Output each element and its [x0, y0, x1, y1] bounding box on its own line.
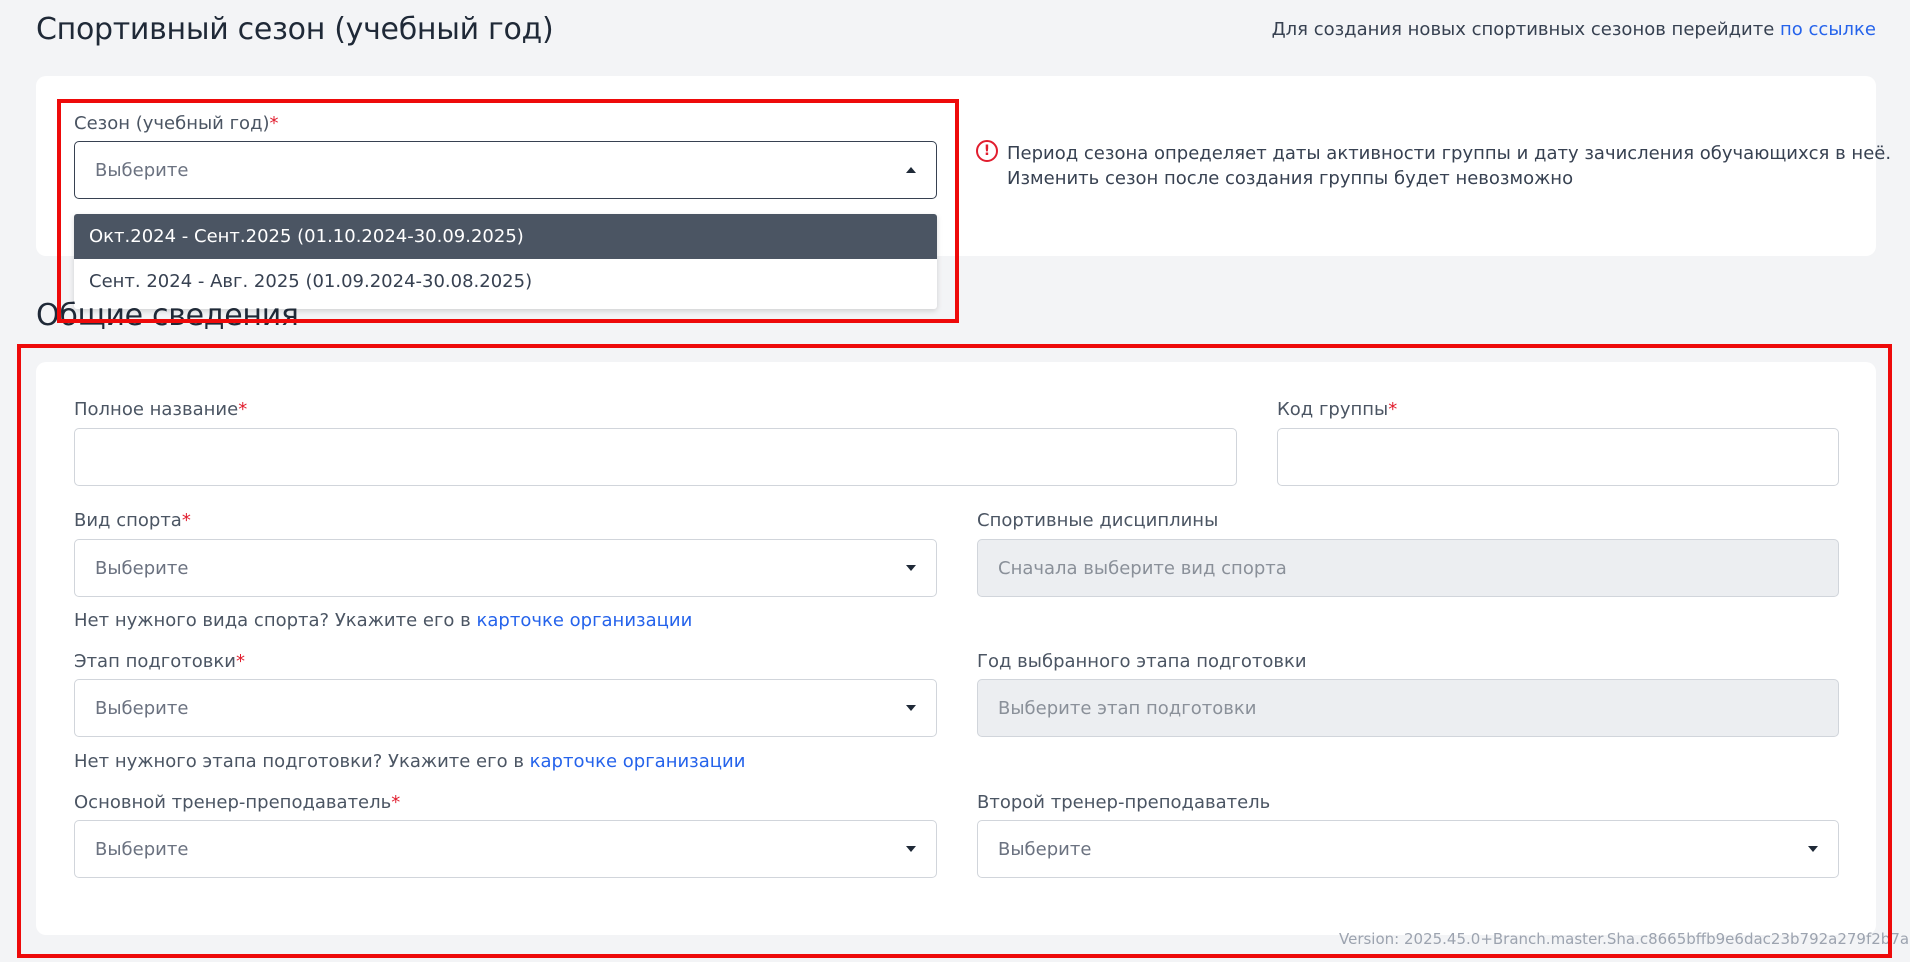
group-code-input[interactable] [1277, 428, 1839, 486]
chevron-down-icon [906, 565, 916, 571]
season-select-value: Выберите [95, 159, 189, 181]
chevron-down-icon [906, 705, 916, 711]
group-code-label-text: Код группы [1277, 399, 1389, 420]
second-coach-select-value: Выберите [998, 838, 1092, 860]
stage-year-select-value: Выберите этап подготовки [998, 697, 1257, 719]
required-mark: * [1388, 399, 1398, 420]
chevron-down-icon [906, 846, 916, 852]
required-mark: * [391, 792, 401, 813]
second-coach-label: Второй тренер-преподаватель [977, 792, 1271, 813]
season-option-1[interactable]: Окт.2024 - Сент.2025 (01.10.2024-30.09.2… [74, 214, 937, 259]
chevron-up-icon [906, 167, 916, 173]
disciplines-select-value: Сначала выберите вид спорта [998, 557, 1287, 579]
season-field-label: Сезон (учебный год)* [74, 113, 279, 134]
stage-year-label: Год выбранного этапа подготовки [977, 651, 1307, 672]
stage-hint: Нет нужного этапа подготовки? Укажите ег… [74, 751, 745, 772]
stage-label: Этап подготовки* [74, 651, 245, 672]
season-title: Спортивный сезон (учебный год) [36, 12, 554, 47]
season-dropdown: Окт.2024 - Сент.2025 (01.10.2024-30.09.2… [74, 214, 937, 309]
exclamation-circle-icon: ! [976, 140, 998, 162]
stage-select[interactable]: Выберите [74, 679, 937, 737]
main-coach-select-value: Выберите [95, 838, 189, 860]
season-field-label-text: Сезон (учебный год) [74, 113, 270, 134]
season-notice: Для создания новых спортивных сезонов пе… [1272, 19, 1876, 40]
main-coach-select[interactable]: Выберите [74, 820, 937, 878]
stage-year-select: Выберите этап подготовки [977, 679, 1839, 737]
required-mark: * [235, 651, 245, 672]
main-coach-label: Основной тренер-преподаватель* [74, 792, 400, 813]
season-info-line2: Изменить сезон после создания группы буд… [1007, 168, 1574, 189]
version-label: Version: 2025.45.0+Branch.master.Sha.c86… [1339, 930, 1910, 948]
disciplines-label: Спортивные дисциплины [977, 510, 1219, 531]
stage-label-text: Этап подготовки [74, 651, 236, 672]
general-title: Общие сведения [36, 298, 299, 333]
chevron-down-icon [1808, 846, 1818, 852]
sport-label-text: Вид спорта [74, 510, 182, 531]
disciplines-select: Сначала выберите вид спорта [977, 539, 1839, 597]
full-name-label: Полное название* [74, 399, 247, 420]
season-select[interactable]: Выберите [74, 141, 937, 199]
second-coach-select[interactable]: Выберите [977, 820, 1839, 878]
sport-hint: Нет нужного вида спорта? Укажите его в к… [74, 610, 692, 631]
main-coach-label-text: Основной тренер-преподаватель [74, 792, 392, 813]
group-code-label: Код группы* [1277, 399, 1397, 420]
season-notice-link[interactable]: по ссылке [1780, 19, 1876, 40]
sport-label: Вид спорта* [74, 510, 191, 531]
sport-select[interactable]: Выберите [74, 539, 937, 597]
stage-hint-text: Нет нужного этапа подготовки? Укажите ег… [74, 751, 530, 772]
season-notice-text: Для создания новых спортивных сезонов пе… [1271, 19, 1781, 40]
season-info-line1: Период сезона определяет даты активности… [1007, 143, 1892, 164]
sport-hint-text: Нет нужного вида спорта? Укажите его в [74, 610, 477, 631]
sport-select-value: Выберите [95, 557, 189, 579]
stage-hint-link[interactable]: карточке организации [530, 751, 746, 772]
season-info: Период сезона определяет даты активности… [1007, 141, 1891, 191]
full-name-input[interactable] [74, 428, 1237, 486]
required-mark: * [238, 399, 248, 420]
required-mark: * [181, 510, 191, 531]
stage-select-value: Выберите [95, 697, 189, 719]
full-name-label-text: Полное название [74, 399, 239, 420]
required-mark: * [269, 113, 279, 134]
sport-hint-link[interactable]: карточке организации [477, 610, 693, 631]
